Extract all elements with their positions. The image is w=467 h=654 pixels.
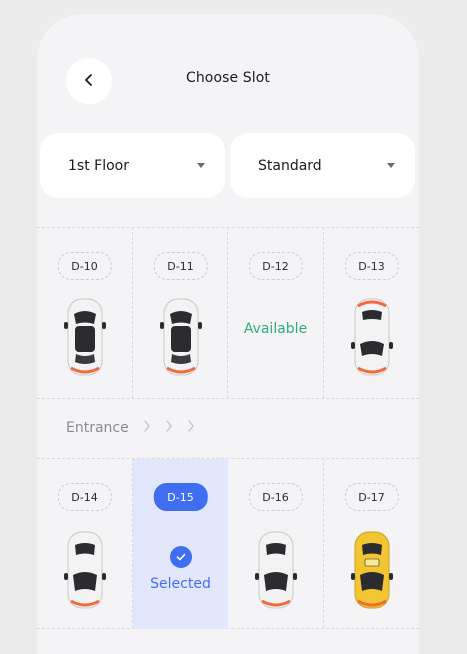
parking-slot[interactable]: D-10 [37,228,132,398]
parking-slot[interactable]: D-14 [37,459,132,629]
car-icon [254,529,298,611]
slot-id-badge: D-17 [344,483,399,511]
slot-id-badge: D-14 [57,483,112,511]
entrance-label: Entrance [66,420,129,436]
floor-dropdown[interactable]: 1st Floor [40,133,225,198]
chevron-right-icon [143,420,151,436]
parking-slot[interactable]: D-12 Available [228,228,323,398]
parking-slot[interactable]: D-16 [228,459,323,629]
caret-down-icon [387,163,395,168]
selected-status: Selected [150,576,211,592]
car-icon [159,296,203,378]
phone-screen: Choose Slot 1st Floor Standard D-10 D-11… [37,14,419,654]
slot-id-badge: D-11 [153,252,208,280]
chevron-right-icon [165,420,173,436]
slot-id-badge: D-10 [57,252,112,280]
available-status: Available [243,321,308,337]
floor-dropdown-label: 1st Floor [68,157,129,174]
slot-id-badge: D-12 [248,252,303,280]
parking-slot[interactable]: D-17 [324,459,419,629]
parking-slot[interactable]: D-13 [324,228,419,398]
car-icon [63,529,107,611]
grid-divider [37,398,419,399]
taxi-car-icon [350,529,394,611]
parking-slot-selected[interactable]: D-15 Selected [133,459,228,629]
car-icon [63,296,107,378]
caret-down-icon [197,163,205,168]
check-icon [169,546,192,568]
chevron-right-icon [187,420,195,436]
page-title: Choose Slot [185,70,271,86]
parking-slot[interactable]: D-11 [133,228,228,398]
slot-type-dropdown-label: Standard [258,157,322,174]
entrance-indicator: Entrance [66,420,195,436]
slot-id-badge: D-15 [153,483,208,511]
car-icon [350,296,394,378]
slot-id-badge: D-13 [344,252,399,280]
slot-type-dropdown[interactable]: Standard [230,133,415,198]
slot-id-badge: D-16 [248,483,303,511]
